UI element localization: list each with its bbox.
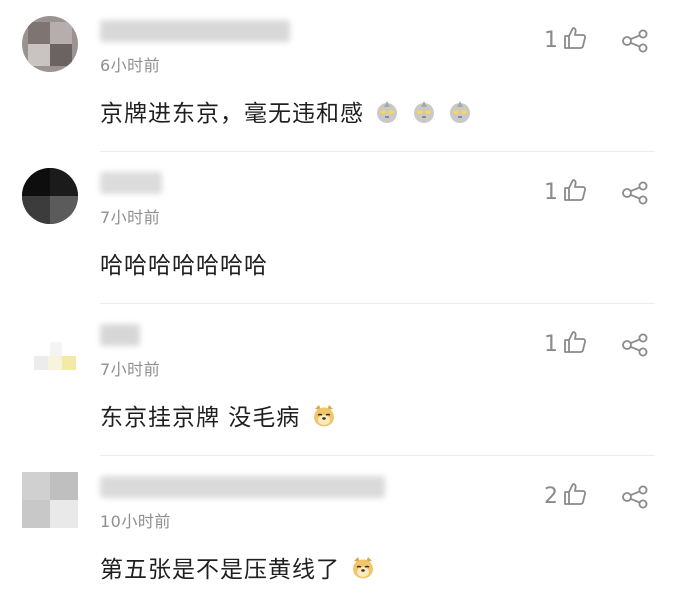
comment-text-content: 哈哈哈哈哈哈哈 (100, 253, 268, 279)
thumbs-up-icon (562, 481, 588, 511)
avatar[interactable] (22, 16, 78, 72)
ultraman-icon (411, 99, 437, 131)
comment-text-content: 第五张是不是压黄线了 (100, 557, 340, 583)
share-icon[interactable] (620, 28, 650, 54)
comment-time: 7小时前 (100, 208, 161, 227)
comment-item: 6小时前 京牌进东京，毫无违和感 1 (0, 0, 677, 152)
thumbs-up-icon (562, 329, 588, 359)
like-button[interactable]: 1 (544, 178, 588, 206)
username-blurred[interactable] (100, 476, 385, 498)
comment-item: 7小时前 哈哈哈哈哈哈哈 1 (0, 152, 677, 304)
like-button[interactable]: 1 (544, 330, 588, 358)
doge-icon (350, 555, 376, 587)
avatar[interactable] (22, 168, 78, 224)
comment-text-content: 东京挂京牌 没毛病 (100, 405, 301, 431)
share-icon[interactable] (620, 484, 650, 510)
thumbs-up-icon (562, 177, 588, 207)
like-button[interactable]: 2 (544, 482, 588, 510)
comment-text: 东京挂京牌 没毛病 (100, 398, 337, 435)
comment-text: 第五张是不是压黄线了 (100, 550, 376, 587)
ultraman-icon (374, 99, 400, 131)
share-icon[interactable] (620, 180, 650, 206)
username-blurred[interactable] (100, 324, 140, 346)
like-count: 2 (544, 483, 558, 509)
ultraman-icon (447, 99, 473, 131)
username-blurred[interactable] (100, 172, 162, 194)
like-count: 1 (544, 331, 558, 357)
comment-time: 10小时前 (100, 512, 171, 531)
avatar[interactable] (22, 472, 78, 528)
comment-item: 7小时前 东京挂京牌 没毛病 1 (0, 304, 677, 456)
comment-text: 京牌进东京，毫无违和感 (100, 94, 473, 131)
like-button[interactable]: 1 (544, 26, 588, 54)
comment-item: 10小时前 第五张是不是压黄线了 2 (0, 456, 677, 608)
comment-time: 6小时前 (100, 56, 161, 75)
avatar[interactable] (22, 320, 78, 376)
comment-text-content: 京牌进东京，毫无违和感 (100, 101, 364, 127)
thumbs-up-icon (562, 25, 588, 55)
share-icon[interactable] (620, 332, 650, 358)
username-blurred[interactable] (100, 20, 290, 42)
like-count: 1 (544, 27, 558, 53)
comment-text: 哈哈哈哈哈哈哈 (100, 246, 268, 280)
doge-icon (311, 403, 337, 435)
comment-time: 7小时前 (100, 360, 161, 379)
like-count: 1 (544, 179, 558, 205)
